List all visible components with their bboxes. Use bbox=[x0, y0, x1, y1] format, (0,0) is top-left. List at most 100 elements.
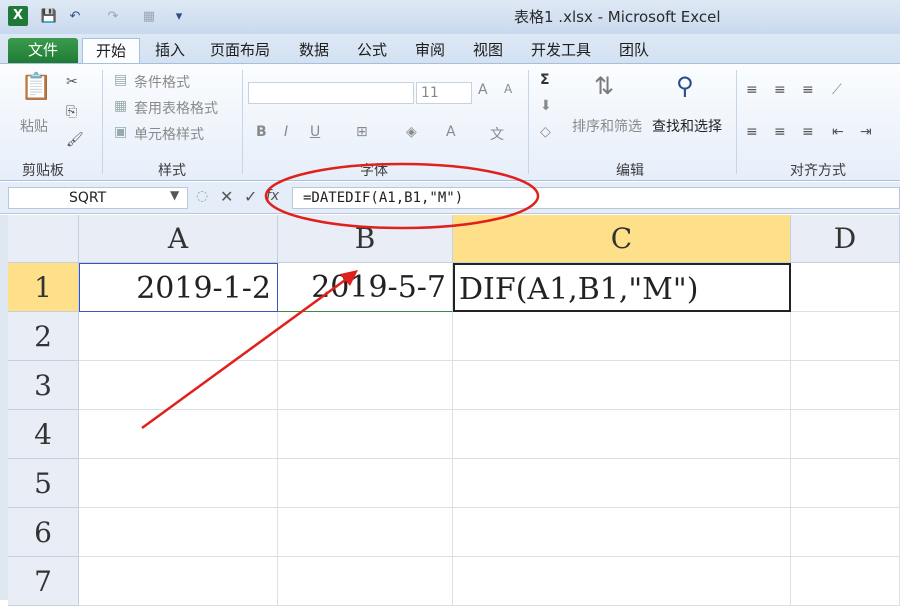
cell[interactable] bbox=[453, 459, 791, 508]
tab-page-layout[interactable]: 页面布局 bbox=[206, 38, 274, 64]
row-header-7[interactable]: 7 bbox=[8, 557, 79, 606]
paste-button[interactable]: 粘贴 bbox=[20, 116, 48, 136]
cell[interactable] bbox=[278, 557, 453, 606]
cut-icon[interactable]: ✂ bbox=[66, 74, 78, 90]
column-header-b[interactable]: B bbox=[278, 215, 453, 263]
format-as-table-button[interactable]: 套用表格格式 bbox=[134, 98, 218, 118]
conditional-format-button[interactable]: 条件格式 bbox=[134, 72, 190, 92]
align-center-icon[interactable]: ≡ bbox=[774, 124, 786, 140]
format-painter-icon[interactable]: 🖌 bbox=[66, 132, 84, 148]
underline-icon[interactable]: U bbox=[310, 124, 320, 140]
cell-c1[interactable]: DIF(A1,B1,"M") bbox=[453, 263, 791, 312]
cell[interactable] bbox=[79, 361, 278, 410]
row-header-5[interactable]: 5 bbox=[8, 459, 79, 508]
font-color-icon[interactable]: A bbox=[446, 124, 456, 140]
cell-d1[interactable] bbox=[791, 263, 900, 312]
increase-indent-icon[interactable]: ⇥ bbox=[860, 124, 872, 140]
cell[interactable] bbox=[79, 459, 278, 508]
chevron-down-icon[interactable]: ▼ bbox=[170, 188, 179, 202]
shrink-font-icon[interactable]: A bbox=[504, 82, 512, 96]
row-header-4[interactable]: 4 bbox=[8, 410, 79, 459]
cell[interactable] bbox=[278, 508, 453, 557]
tab-formulas[interactable]: 公式 bbox=[352, 38, 392, 64]
cell[interactable] bbox=[79, 557, 278, 606]
formula-input[interactable]: =DATEDIF(A1,B1,"M") bbox=[292, 187, 900, 209]
clipboard-group-label: 剪贴板 bbox=[22, 163, 64, 179]
align-left-icon[interactable]: ≡ bbox=[746, 124, 758, 140]
cell[interactable] bbox=[278, 410, 453, 459]
autosum-icon[interactable]: Σ bbox=[540, 72, 550, 88]
cell-styles-button[interactable]: 单元格样式 bbox=[134, 124, 204, 144]
save-icon[interactable]: 💾 bbox=[40, 8, 58, 26]
styles-group-label: 样式 bbox=[158, 163, 186, 179]
orientation-icon[interactable]: ⟋ bbox=[832, 82, 842, 98]
column-header-d[interactable]: D bbox=[791, 215, 900, 263]
cancel-icon[interactable]: ✕ bbox=[220, 187, 233, 206]
fill-icon[interactable]: ⬇ bbox=[540, 98, 552, 114]
align-top-icon[interactable]: ≡ bbox=[746, 82, 758, 98]
copy-icon[interactable]: ⎘ bbox=[66, 104, 77, 120]
fill-color-icon[interactable]: ◈ bbox=[406, 124, 417, 140]
align-middle-icon[interactable]: ≡ bbox=[774, 82, 786, 98]
phonetic-icon[interactable]: 文 bbox=[490, 124, 504, 144]
tab-view[interactable]: 视图 bbox=[468, 38, 508, 64]
cell[interactable] bbox=[79, 312, 278, 361]
cell[interactable] bbox=[791, 557, 900, 606]
sort-filter-button[interactable]: 排序和筛选 bbox=[572, 116, 642, 136]
cell[interactable] bbox=[278, 312, 453, 361]
tab-developer[interactable]: 开发工具 bbox=[526, 38, 596, 64]
row-header-3[interactable]: 3 bbox=[8, 361, 79, 410]
customize-icon[interactable]: ▾ bbox=[170, 8, 188, 26]
row-header-2[interactable]: 2 bbox=[8, 312, 79, 361]
cell[interactable] bbox=[453, 557, 791, 606]
cell[interactable] bbox=[791, 312, 900, 361]
insert-function-icon[interactable]: fx bbox=[266, 188, 279, 204]
cell[interactable] bbox=[453, 361, 791, 410]
cell[interactable] bbox=[278, 459, 453, 508]
tab-file[interactable]: 文件 bbox=[8, 38, 78, 64]
grow-font-icon[interactable]: A bbox=[478, 82, 488, 98]
bold-icon[interactable]: B bbox=[256, 124, 267, 140]
tab-review[interactable]: 审阅 bbox=[410, 38, 450, 64]
binoculars-icon[interactable]: ⚲ bbox=[676, 72, 694, 100]
row-header-6[interactable]: 6 bbox=[8, 508, 79, 557]
title-bar: X 💾 ↶ ↷ ▦ ▾ 表格1 .xlsx - Microsoft Excel bbox=[0, 0, 900, 34]
select-all-corner[interactable] bbox=[8, 215, 79, 263]
redo-icon[interactable]: ↷ bbox=[104, 8, 122, 26]
cell-b1[interactable]: 2019-5-7 bbox=[278, 263, 453, 312]
cell[interactable] bbox=[791, 361, 900, 410]
sort-filter-icon[interactable]: ⇅ bbox=[594, 72, 614, 100]
cell[interactable] bbox=[278, 361, 453, 410]
cell[interactable] bbox=[791, 508, 900, 557]
enter-icon[interactable]: ✓ bbox=[244, 187, 257, 206]
column-header-c[interactable]: C bbox=[453, 215, 791, 263]
cell[interactable] bbox=[79, 508, 278, 557]
cell-a1[interactable]: 2019-1-2 bbox=[79, 263, 278, 312]
print-preview-icon[interactable]: ▦ bbox=[140, 8, 158, 26]
name-box[interactable]: SQRT bbox=[8, 187, 188, 209]
clear-icon[interactable]: ◇ bbox=[540, 124, 551, 140]
tab-insert[interactable]: 插入 bbox=[150, 38, 190, 64]
paste-icon[interactable]: 📋 bbox=[20, 72, 52, 108]
align-right-icon[interactable]: ≡ bbox=[802, 124, 814, 140]
cell[interactable] bbox=[79, 410, 278, 459]
cell[interactable] bbox=[453, 312, 791, 361]
italic-icon[interactable]: I bbox=[284, 124, 288, 140]
expand-icon[interactable]: ◌ bbox=[196, 188, 208, 204]
find-select-button[interactable]: 查找和选择 bbox=[652, 116, 722, 136]
tab-home[interactable]: 开始 bbox=[82, 38, 140, 64]
decrease-indent-icon[interactable]: ⇤ bbox=[832, 124, 844, 140]
column-header-a[interactable]: A bbox=[79, 215, 278, 263]
align-bottom-icon[interactable]: ≡ bbox=[802, 82, 814, 98]
tab-team[interactable]: 团队 bbox=[614, 38, 654, 64]
undo-icon[interactable]: ↶ bbox=[66, 8, 84, 26]
font-size-combo[interactable]: 11 bbox=[416, 82, 472, 104]
cell[interactable] bbox=[791, 459, 900, 508]
border-icon[interactable]: ⊞ bbox=[356, 124, 368, 140]
cell[interactable] bbox=[453, 508, 791, 557]
cell[interactable] bbox=[453, 410, 791, 459]
cell[interactable] bbox=[791, 410, 900, 459]
font-name-combo[interactable] bbox=[248, 82, 414, 104]
tab-data[interactable]: 数据 bbox=[294, 38, 334, 64]
row-header-1[interactable]: 1 bbox=[8, 263, 79, 312]
